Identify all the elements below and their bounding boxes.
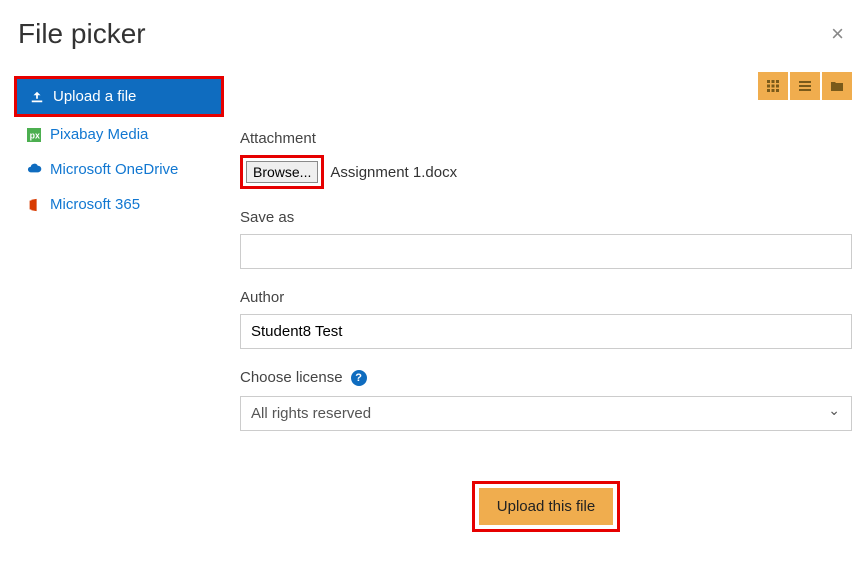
submit-highlight: Upload this file	[472, 481, 620, 532]
help-icon[interactable]: ?	[351, 370, 367, 386]
sidebar-item-label: Pixabay Media	[50, 126, 148, 143]
sidebar-item-onedrive[interactable]: Microsoft OneDrive	[14, 152, 224, 187]
sidebar-item-upload[interactable]: Upload a file	[14, 76, 224, 117]
upload-icon	[29, 89, 45, 105]
svg-text:px: px	[30, 130, 40, 140]
view-folder-button[interactable]	[822, 72, 852, 100]
onedrive-icon	[26, 162, 42, 178]
microsoft365-icon	[26, 197, 42, 213]
saveas-label: Save as	[240, 209, 852, 226]
upload-button[interactable]: Upload this file	[479, 488, 613, 525]
browse-button[interactable]: Browse...	[246, 161, 318, 183]
browse-highlight: Browse...	[240, 155, 324, 189]
view-list-button[interactable]	[790, 72, 820, 100]
sidebar-item-label: Upload a file	[53, 88, 136, 105]
license-label: Choose license	[240, 369, 343, 386]
sidebar-item-m365[interactable]: Microsoft 365	[14, 187, 224, 222]
upload-panel: Attachment Browse... Assignment 1.docx S…	[224, 64, 866, 532]
author-input[interactable]	[240, 314, 852, 349]
source-sidebar: Upload a file px Pixabay Media Microsoft…	[14, 64, 224, 532]
sidebar-item-pixabay[interactable]: px Pixabay Media	[14, 117, 224, 152]
sidebar-item-label: Microsoft OneDrive	[50, 161, 178, 178]
selected-filename: Assignment 1.docx	[330, 164, 457, 181]
view-toggle-group	[240, 72, 852, 100]
saveas-input[interactable]	[240, 234, 852, 269]
close-button[interactable]: ×	[827, 21, 848, 47]
attachment-label: Attachment	[240, 130, 852, 147]
sidebar-item-label: Microsoft 365	[50, 196, 140, 213]
author-label: Author	[240, 289, 852, 306]
page-title: File picker	[18, 18, 146, 50]
view-grid-button[interactable]	[758, 72, 788, 100]
license-select[interactable]: All rights reserved	[240, 396, 852, 431]
pixabay-icon: px	[26, 127, 42, 143]
